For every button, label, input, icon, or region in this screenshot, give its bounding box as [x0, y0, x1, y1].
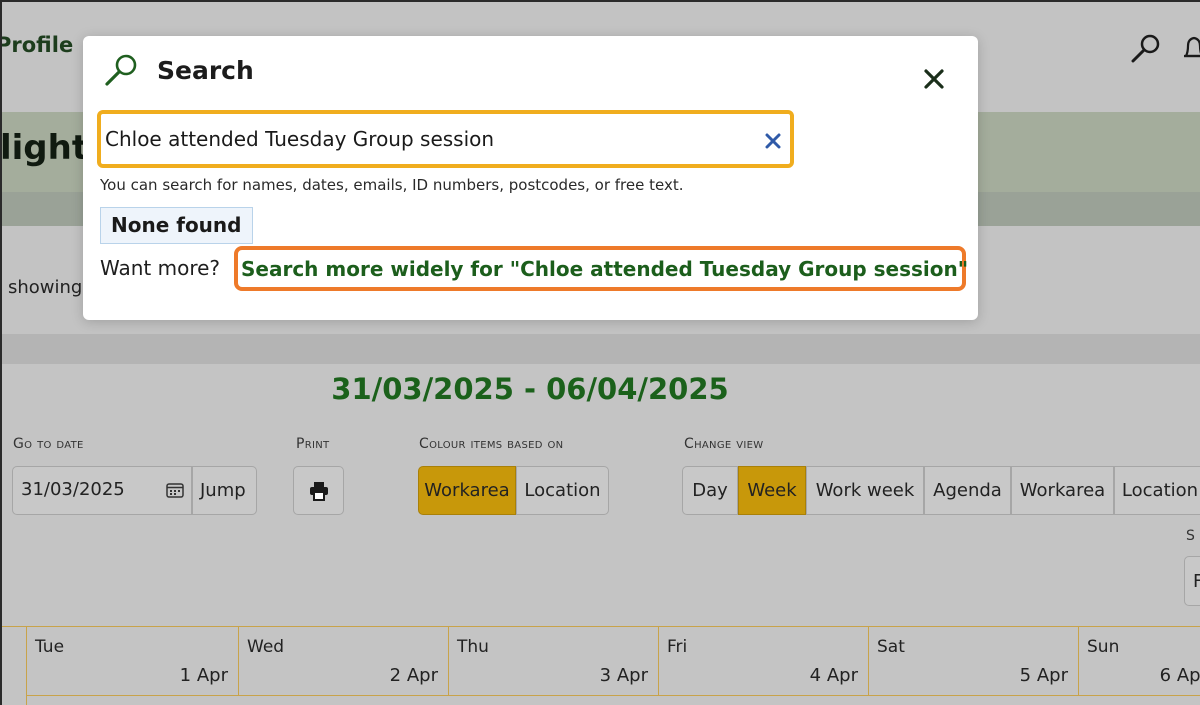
day-name: Tue: [35, 637, 65, 657]
print-label: Print: [296, 436, 330, 452]
day-date: 3 Apr: [599, 665, 648, 686]
search-more-widely-link[interactable]: Search more widely for "Chloe attended T…: [234, 246, 968, 291]
colour-option-location[interactable]: Location: [516, 466, 609, 515]
day-name: Thu: [457, 637, 489, 657]
day-date: 4 Apr: [809, 665, 858, 686]
close-icon[interactable]: [921, 66, 947, 92]
bell-icon[interactable]: [1180, 34, 1200, 64]
clear-icon[interactable]: [765, 133, 781, 149]
search-input[interactable]: [105, 122, 745, 156]
go-to-date-input[interactable]: 31/03/2025: [12, 466, 192, 515]
view-option-location[interactable]: Location: [1114, 466, 1200, 515]
partial-label: S: [1186, 528, 1196, 544]
colour-items-label: Colour items based on: [419, 436, 564, 452]
view-option-agenda[interactable]: Agenda: [924, 466, 1011, 515]
header-baseline: [26, 695, 1200, 696]
view-option-day[interactable]: Day: [682, 466, 738, 515]
print-button[interactable]: [293, 466, 344, 515]
profile-link[interactable]: Profile: [0, 33, 73, 57]
view-option-week[interactable]: Week: [738, 466, 806, 515]
day-header-sat[interactable]: Sat 5 Apr: [868, 627, 1078, 696]
showing-text: showing: [8, 277, 83, 298]
go-to-date-label: Go to date: [13, 436, 84, 452]
day-date: 6 Apr: [1159, 665, 1200, 686]
day-header-thu[interactable]: Thu 3 Apr: [448, 627, 658, 696]
day-date: 2 Apr: [389, 665, 438, 686]
none-found-badge: None found: [100, 207, 253, 244]
partial-button[interactable]: F: [1184, 556, 1200, 606]
day-date: 1 Apr: [179, 665, 228, 686]
view-option-workarea[interactable]: Workarea: [1011, 466, 1114, 515]
date-range-heading: 31/03/2025 - 06/04/2025: [331, 372, 729, 406]
calendar-icon[interactable]: [166, 482, 184, 498]
week-header: Tue 1 Apr Wed 2 Apr Thu 3 Apr Fri 4 Apr …: [0, 626, 1200, 705]
change-view-label: Change view: [684, 436, 764, 452]
want-more-text: Want more?: [100, 256, 221, 280]
day-name: Sat: [877, 637, 905, 657]
day-header-sun[interactable]: Sun 6 Apr: [1078, 627, 1200, 696]
page-title: light: [0, 128, 89, 168]
jump-button[interactable]: Jump: [192, 466, 257, 515]
modal-title: Search: [157, 56, 254, 85]
search-icon[interactable]: [1128, 32, 1164, 64]
day-header-wed[interactable]: Wed 2 Apr: [238, 627, 448, 696]
day-name: Sun: [1087, 637, 1120, 657]
view-option-work-week[interactable]: Work week: [806, 466, 924, 515]
colour-option-workarea[interactable]: Workarea: [418, 466, 516, 515]
day-name: Fri: [667, 637, 688, 657]
day-name: Wed: [247, 637, 285, 657]
day-header-tue[interactable]: Tue 1 Apr: [26, 627, 238, 696]
day-header-fri[interactable]: Fri 4 Apr: [658, 627, 868, 696]
printer-icon: [310, 482, 328, 501]
day-date: 5 Apr: [1019, 665, 1068, 686]
search-help-text: You can search for names, dates, emails,…: [100, 176, 684, 194]
search-modal: Search You can search for names, dates, …: [83, 36, 978, 320]
divider-strip: [0, 334, 1200, 364]
search-field[interactable]: [97, 110, 794, 168]
magnifier-icon: [105, 54, 137, 86]
